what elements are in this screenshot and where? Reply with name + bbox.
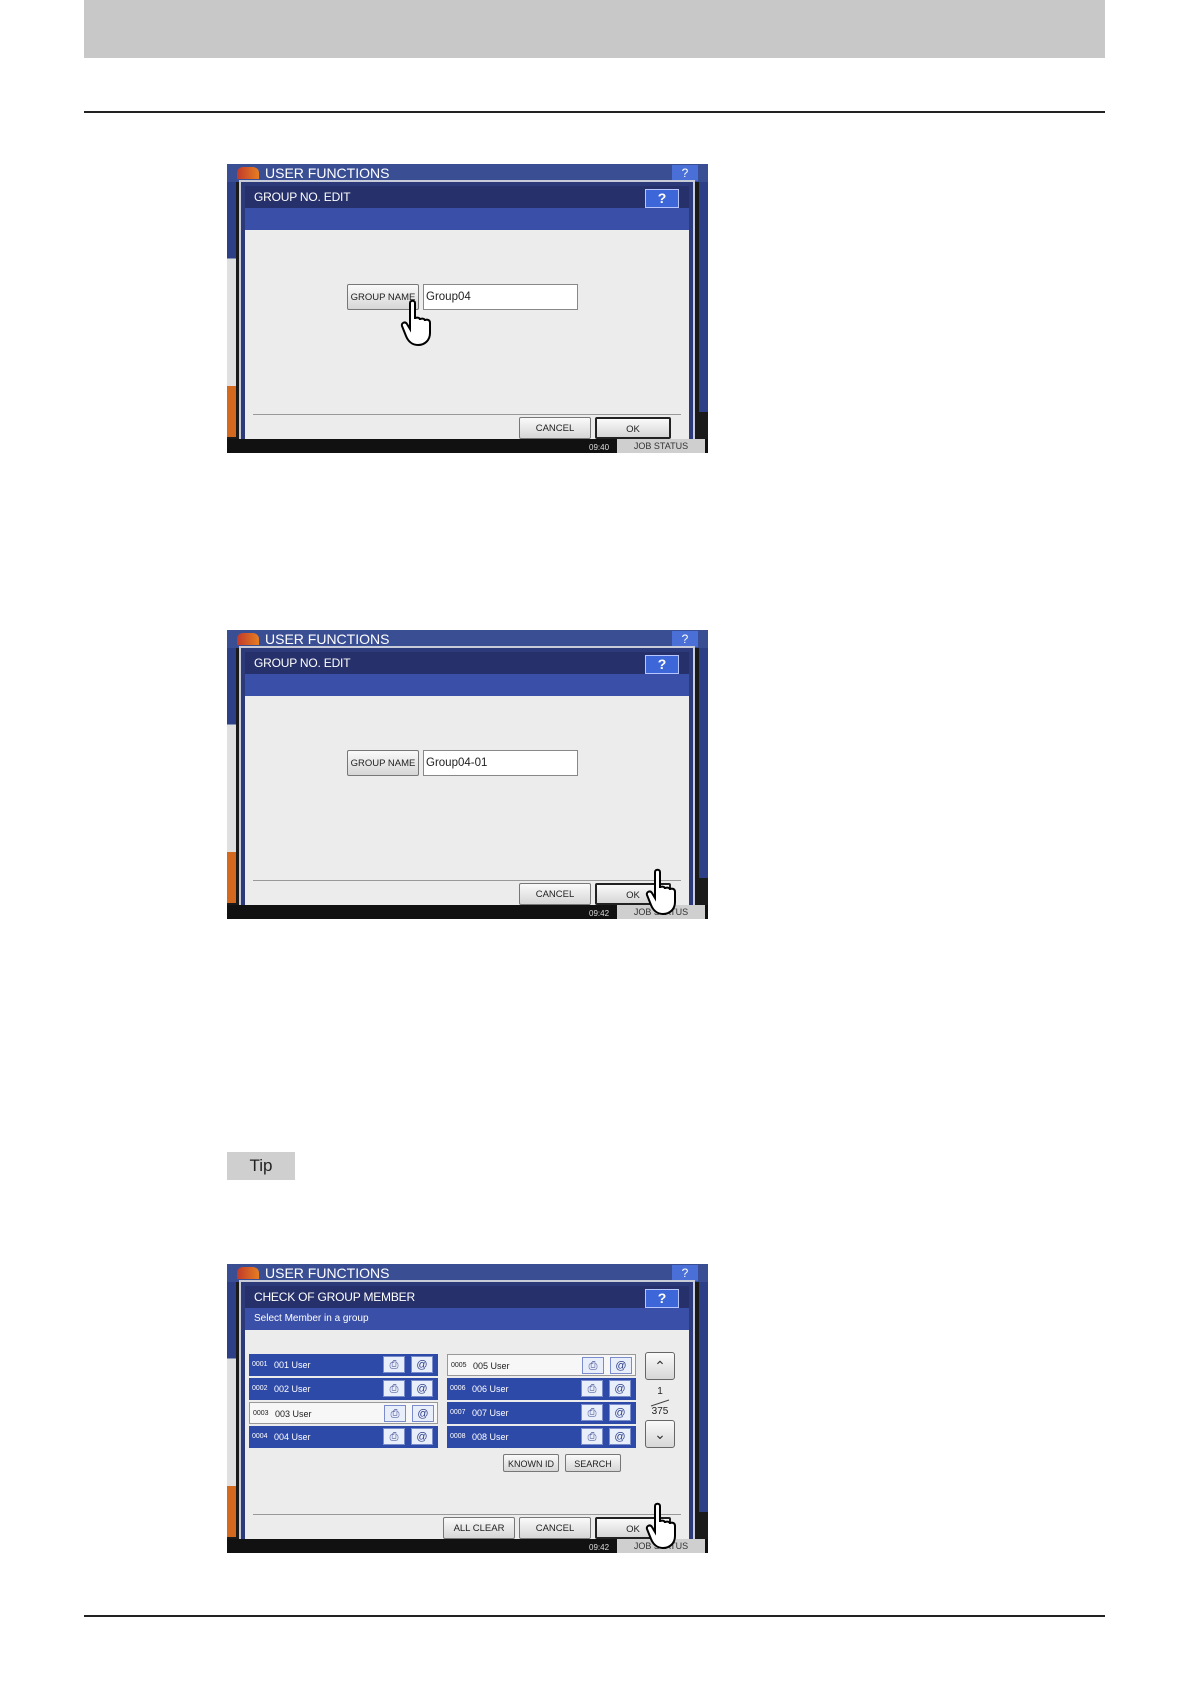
email-icon[interactable]: @ <box>610 1357 632 1374</box>
dialog-header: CHECK OF GROUP MEMBER ? <box>245 1286 689 1308</box>
side-panel-left <box>227 1282 236 1537</box>
email-icon[interactable]: @ <box>411 1356 433 1373</box>
help-button[interactable]: ? <box>672 165 698 181</box>
job-status-button[interactable]: JOB STATUS <box>617 439 705 453</box>
clock: 09:42 <box>589 909 610 918</box>
all-clear-button[interactable]: ALL CLEAR <box>443 1517 515 1539</box>
clock: 09:42 <box>589 1543 610 1552</box>
chevron-up-icon: ⌃ <box>654 1358 666 1374</box>
window-title-bar: USER FUNCTIONS ? <box>227 630 708 648</box>
dialog-help-button[interactable]: ? <box>645 1289 679 1308</box>
dialog-subheader <box>245 208 689 230</box>
email-icon[interactable]: @ <box>411 1380 433 1397</box>
dialog-title: CHECK OF GROUP MEMBER <box>254 1290 415 1304</box>
page-total: 375 <box>651 1406 669 1417</box>
dialog-title: GROUP NO. EDIT <box>254 656 351 670</box>
clock: 09:40 <box>589 443 610 452</box>
dialog-footer-divider <box>253 414 681 415</box>
group-edit-dialog: GROUP NO. EDIT ? GROUP NAME Group04-01 C… <box>241 648 693 912</box>
screenshot-group-edit-2: USER FUNCTIONS ? GROUP NO. EDIT ? GROUP … <box>227 630 708 919</box>
fax-icon[interactable]: ⎙ <box>383 1380 405 1397</box>
brand-logo-icon <box>237 633 259 645</box>
fax-icon[interactable]: ⎙ <box>384 1405 406 1422</box>
member-item[interactable]: 0003 003 User ⎙ @ <box>249 1402 438 1424</box>
brand-logo-icon <box>237 1267 259 1279</box>
dialog-header: GROUP NO. EDIT ? <box>245 186 689 208</box>
dialog-footer-divider <box>253 1514 681 1515</box>
fax-icon[interactable]: ⎙ <box>582 1357 604 1374</box>
fax-icon[interactable]: ⎙ <box>383 1428 405 1445</box>
dialog-help-button[interactable]: ? <box>645 189 679 208</box>
page-current: 1 <box>657 1386 663 1397</box>
page-header-bar <box>84 0 1105 58</box>
fax-icon[interactable]: ⎙ <box>581 1380 603 1397</box>
member-item[interactable]: 0001 001 User ⎙ @ <box>249 1354 438 1376</box>
scroll-down-button[interactable]: ⌄ <box>645 1420 675 1448</box>
check-group-member-dialog: CHECK OF GROUP MEMBER ? Select Member in… <box>241 1282 693 1546</box>
group-name-field[interactable]: Group04 <box>423 284 578 310</box>
side-panel-right <box>699 648 708 878</box>
header-rule <box>84 111 1105 113</box>
cancel-button[interactable]: CANCEL <box>519 1517 591 1539</box>
brand-logo-icon <box>237 167 259 179</box>
footer-rule <box>84 1615 1105 1617</box>
side-panel-left <box>227 648 236 903</box>
fax-icon[interactable]: ⎙ <box>581 1404 603 1421</box>
window-title-bar: USER FUNCTIONS ? <box>227 164 708 182</box>
window-title: USER FUNCTIONS <box>265 165 390 181</box>
email-icon[interactable]: @ <box>411 1428 433 1445</box>
group-edit-dialog: GROUP NO. EDIT ? GROUP NAME Group04 CANC… <box>241 182 693 446</box>
side-panel-left <box>227 182 236 437</box>
email-icon[interactable]: @ <box>609 1404 631 1421</box>
chevron-down-icon: ⌄ <box>654 1426 666 1442</box>
pointing-hand-icon <box>645 1502 676 1550</box>
cancel-button[interactable]: CANCEL <box>519 417 591 439</box>
member-item[interactable]: 0002 002 User ⎙ @ <box>249 1378 438 1400</box>
side-panel-right <box>699 1282 708 1512</box>
search-button[interactable]: SEARCH <box>565 1454 621 1472</box>
tip-label: Tip <box>227 1152 295 1180</box>
group-name-button[interactable]: GROUP NAME <box>347 750 419 776</box>
group-name-field[interactable]: Group04-01 <box>423 750 578 776</box>
email-icon[interactable]: @ <box>609 1428 631 1445</box>
dialog-subheader: Select Member in a group <box>245 1308 689 1330</box>
dialog-title: GROUP NO. EDIT <box>254 190 351 204</box>
email-icon[interactable]: @ <box>412 1405 434 1422</box>
screenshot-group-edit-1: USER FUNCTIONS ? GROUP NO. EDIT ? GROUP … <box>227 164 708 453</box>
help-button[interactable]: ? <box>672 631 698 647</box>
window-title: USER FUNCTIONS <box>265 631 390 647</box>
side-panel-right <box>699 182 708 412</box>
member-item[interactable]: 0005 005 User ⎙ @ <box>447 1354 636 1376</box>
dialog-help-button[interactable]: ? <box>645 655 679 674</box>
dialog-subheader <box>245 674 689 696</box>
window-title: USER FUNCTIONS <box>265 1265 390 1281</box>
cancel-button[interactable]: CANCEL <box>519 883 591 905</box>
window-title-bar: USER FUNCTIONS ? <box>227 1264 708 1282</box>
fax-icon[interactable]: ⎙ <box>383 1356 405 1373</box>
email-icon[interactable]: @ <box>609 1380 631 1397</box>
scroll-up-button[interactable]: ⌃ <box>645 1352 675 1380</box>
known-id-button[interactable]: KNOWN ID <box>503 1454 559 1472</box>
member-item[interactable]: 0004 004 User ⎙ @ <box>249 1426 438 1448</box>
member-item[interactable]: 0008 008 User ⎙ @ <box>447 1426 636 1448</box>
dialog-header: GROUP NO. EDIT ? <box>245 652 689 674</box>
pointing-hand-icon <box>400 299 431 347</box>
screenshot-check-group-member: USER FUNCTIONS ? CHECK OF GROUP MEMBER ?… <box>227 1264 708 1553</box>
fax-icon[interactable]: ⎙ <box>581 1428 603 1445</box>
pointing-hand-icon <box>645 868 676 916</box>
ok-button[interactable]: OK <box>595 417 671 439</box>
member-item[interactable]: 0006 006 User ⎙ @ <box>447 1378 636 1400</box>
member-item[interactable]: 0007 007 User ⎙ @ <box>447 1402 636 1424</box>
help-button[interactable]: ? <box>672 1265 698 1281</box>
dialog-instructions: Select Member in a group <box>254 1313 369 1324</box>
dialog-footer-divider <box>253 880 681 881</box>
